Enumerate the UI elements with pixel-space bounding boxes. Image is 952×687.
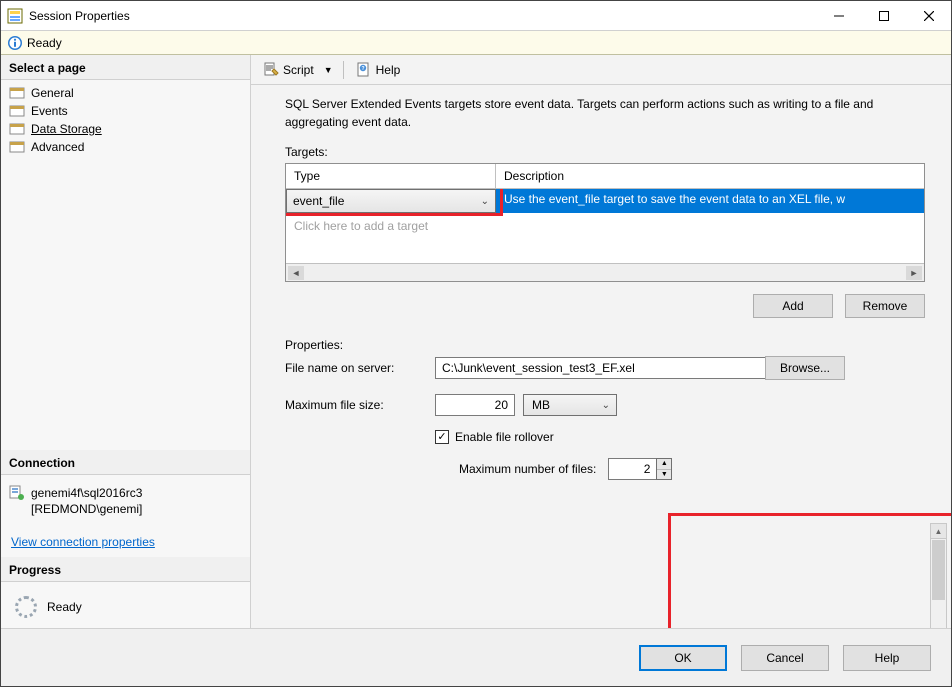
page-item-general[interactable]: General — [7, 84, 244, 102]
script-dropdown[interactable]: ▼ — [322, 65, 335, 75]
table-row[interactable]: event_file ⌄ Use the event_file target t… — [286, 189, 924, 213]
targets-label: Targets: — [285, 145, 937, 159]
chevron-down-icon: ⌄ — [602, 400, 610, 411]
svg-text:?: ? — [361, 66, 364, 72]
script-button[interactable]: Script — [259, 60, 318, 80]
page-label: Advanced — [31, 140, 84, 154]
max-file-size-label: Maximum file size: — [285, 398, 435, 412]
toolbar: Script ▼ ? Help — [251, 55, 951, 85]
add-button[interactable]: Add — [753, 294, 833, 318]
target-type-select[interactable]: event_file ⌄ — [286, 189, 496, 213]
page-icon — [9, 122, 25, 136]
scrollbar-thumb[interactable] — [932, 540, 945, 600]
page-item-data-storage[interactable]: Data Storage — [7, 120, 244, 138]
enable-rollover-label: Enable file rollover — [455, 430, 554, 444]
status-bar: Ready — [1, 31, 951, 55]
page-item-events[interactable]: Events — [7, 102, 244, 120]
vertical-scrollbar[interactable]: ▲ ▼ — [930, 523, 947, 628]
left-panel: Select a page General Events Data Storag… — [1, 55, 251, 628]
minimize-button[interactable] — [816, 1, 861, 31]
page-icon — [9, 140, 25, 154]
scroll-left-icon[interactable]: ◄ — [288, 266, 304, 280]
targets-table: Type Description event_file ⌄ Use the ev… — [285, 163, 925, 282]
target-description-cell: Use the event_file target to save the ev… — [496, 189, 924, 213]
close-button[interactable] — [906, 1, 951, 31]
stepper-up-icon[interactable]: ▲ — [657, 459, 671, 470]
info-icon — [7, 35, 23, 51]
connection-header: Connection — [1, 450, 250, 475]
chevron-down-icon: ⌄ — [481, 196, 489, 207]
properties-label: Properties: — [285, 338, 937, 352]
max-files-label: Maximum number of files: — [459, 462, 596, 476]
file-name-input[interactable] — [435, 357, 805, 379]
app-icon — [7, 8, 23, 24]
browse-button[interactable]: Browse... — [765, 356, 845, 380]
scroll-right-icon[interactable]: ► — [906, 266, 922, 280]
help-button[interactable]: Help — [843, 645, 931, 671]
status-text: Ready — [27, 36, 62, 50]
progress-spinner-icon — [15, 596, 37, 618]
page-icon — [9, 86, 25, 100]
stepper-down-icon[interactable]: ▼ — [657, 470, 671, 480]
cancel-button[interactable]: Cancel — [741, 645, 829, 671]
progress-text: Ready — [47, 600, 82, 614]
select-page-header: Select a page — [1, 55, 250, 80]
page-icon — [9, 104, 25, 118]
script-icon — [263, 62, 279, 78]
progress-header: Progress — [1, 557, 250, 582]
max-files-stepper[interactable]: ▲ ▼ — [656, 458, 672, 480]
column-header-description[interactable]: Description — [496, 164, 924, 188]
column-header-type[interactable]: Type — [286, 164, 496, 188]
max-file-size-input[interactable] — [435, 394, 515, 416]
page-label: Events — [31, 104, 68, 118]
server-icon — [9, 485, 25, 501]
maximize-button[interactable] — [861, 1, 906, 31]
main-panel: Script ▼ ? Help SQL Server Extended Even… — [251, 55, 951, 628]
page-description: SQL Server Extended Events targets store… — [285, 95, 937, 131]
enable-rollover-checkbox[interactable]: ✓ — [435, 430, 449, 444]
max-files-input[interactable] — [608, 458, 656, 480]
view-connection-properties-link[interactable]: View connection properties — [11, 535, 155, 549]
ok-button[interactable]: OK — [639, 645, 727, 671]
horizontal-scrollbar[interactable]: ◄ ► — [286, 263, 924, 281]
highlight-box — [668, 513, 951, 628]
file-size-unit-select[interactable]: MB ⌄ — [523, 394, 617, 416]
page-item-advanced[interactable]: Advanced — [7, 138, 244, 156]
help-button[interactable]: ? Help — [352, 60, 405, 80]
file-name-label: File name on server: — [285, 361, 435, 375]
window-title: Session Properties — [29, 9, 130, 23]
remove-button[interactable]: Remove — [845, 294, 925, 318]
scroll-up-icon[interactable]: ▲ — [931, 524, 946, 539]
page-label: General — [31, 86, 74, 100]
titlebar: Session Properties — [1, 1, 951, 31]
dialog-footer: OK Cancel Help — [1, 628, 951, 686]
page-label: Data Storage — [31, 122, 102, 136]
connection-text: genemi4f\sql2016rc3 [REDMOND\genemi] — [31, 485, 142, 517]
add-target-placeholder[interactable]: Click here to add a target — [286, 213, 924, 239]
help-icon: ? — [356, 62, 372, 78]
